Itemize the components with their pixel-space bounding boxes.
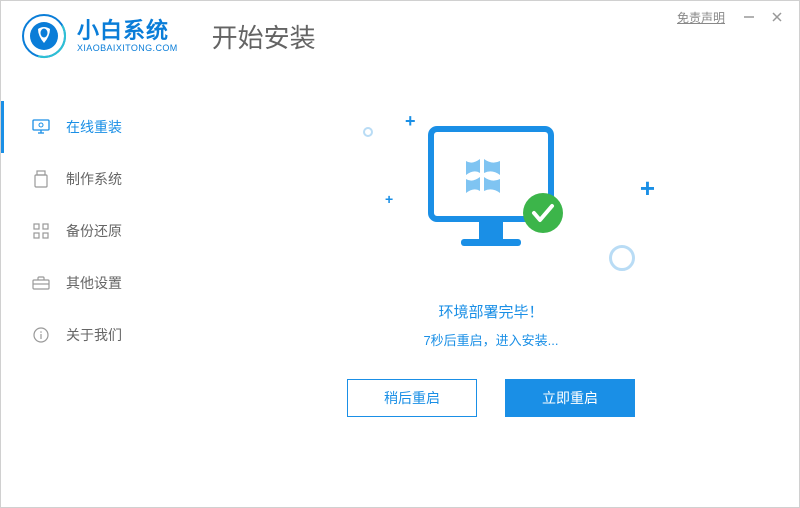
sidebar-item-label: 关于我们 bbox=[66, 325, 122, 345]
monitor-icon bbox=[32, 118, 50, 136]
sidebar-item-settings[interactable]: 其他设置 bbox=[1, 257, 181, 309]
sidebar-item-reinstall[interactable]: 在线重装 bbox=[1, 101, 181, 153]
monitor-success-icon bbox=[421, 121, 571, 276]
brand-name: 小白系统 bbox=[77, 19, 178, 43]
usb-icon bbox=[32, 170, 50, 188]
page-title: 开始安装 bbox=[212, 18, 316, 55]
status-title: 环境部署完毕！ bbox=[438, 301, 543, 322]
sidebar-item-label: 在线重装 bbox=[66, 117, 122, 137]
decor-plus-icon: + bbox=[385, 191, 393, 207]
restart-later-button[interactable]: 稍后重启 bbox=[347, 379, 477, 417]
sidebar-item-label: 备份还原 bbox=[66, 221, 122, 241]
sidebar-item-make-system[interactable]: 制作系统 bbox=[1, 153, 181, 205]
brand-text: 小白系统 XIAOBAIXITONG.COM bbox=[77, 19, 178, 53]
status-countdown: 7秒后重启，进入安装... bbox=[423, 330, 558, 349]
minimize-button[interactable] bbox=[737, 7, 761, 27]
sidebar-item-backup[interactable]: 备份还原 bbox=[1, 205, 181, 257]
decor-plus-icon: + bbox=[640, 173, 655, 204]
sidebar: 在线重装 制作系统 备份还原 其他设置 关于我们 bbox=[1, 101, 181, 361]
sidebar-item-label: 其他设置 bbox=[66, 273, 122, 293]
decor-circle-icon bbox=[609, 245, 635, 271]
success-illustration: + + + bbox=[311, 91, 671, 291]
grid-icon bbox=[32, 222, 50, 240]
restart-now-button[interactable]: 立即重启 bbox=[505, 379, 635, 417]
disclaimer-link[interactable]: 免责声明 bbox=[677, 9, 725, 26]
sidebar-item-about[interactable]: 关于我们 bbox=[1, 309, 181, 361]
app-logo-icon bbox=[21, 13, 67, 59]
decor-plus-icon: + bbox=[405, 111, 416, 132]
decor-circle-icon bbox=[363, 127, 373, 137]
close-button[interactable] bbox=[765, 7, 789, 27]
toolbox-icon bbox=[32, 274, 50, 292]
sidebar-item-label: 制作系统 bbox=[66, 169, 122, 189]
main-content: + + + 环境部署完毕！ 7秒后重启，进入安装... 稍后重启 立即重启 bbox=[201, 81, 781, 481]
brand-sub: XIAOBAIXITONG.COM bbox=[77, 43, 178, 53]
info-icon bbox=[32, 326, 50, 344]
